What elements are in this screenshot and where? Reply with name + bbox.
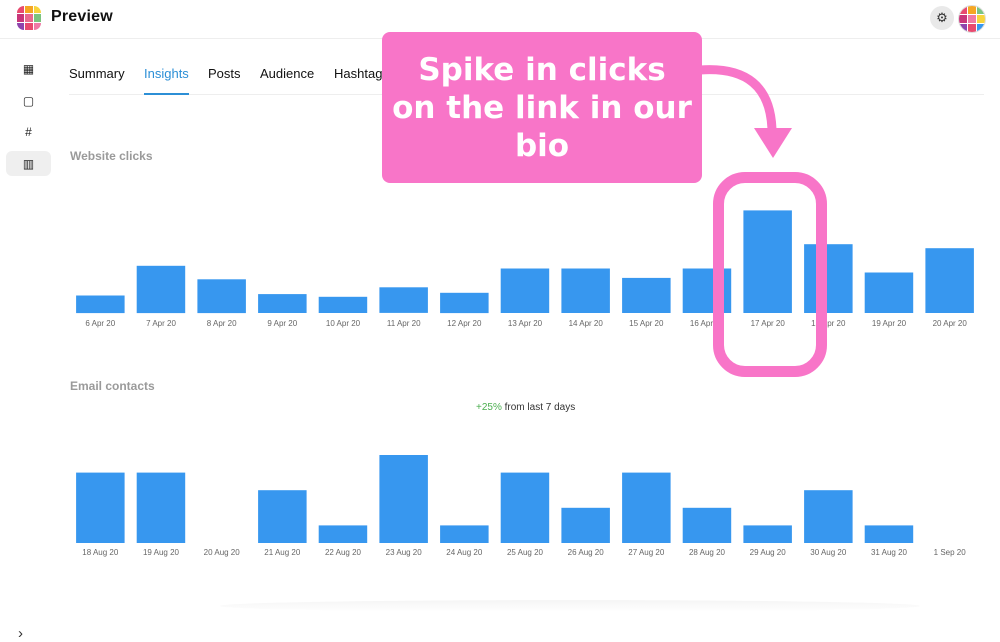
x-tick-label: 7 Apr 20 <box>146 319 176 328</box>
app-logo-icon <box>17 6 41 30</box>
email-contacts-change: +25% from last 7 days <box>476 402 575 413</box>
x-tick-label: 27 Aug 20 <box>628 548 665 557</box>
website-clicks-title: Website clicks <box>70 149 153 163</box>
x-tick-label: 20 Aug 20 <box>204 548 241 557</box>
bar[interactable] <box>258 490 307 543</box>
x-tick-label: 24 Aug 20 <box>446 548 483 557</box>
app-title: Preview <box>51 8 113 25</box>
email-contacts-chart: 18 Aug 20 19 Aug 20 20 Aug 20 21 Aug 20 22 A… <box>70 440 980 565</box>
bar[interactable] <box>76 472 125 543</box>
bar[interactable] <box>561 507 610 543</box>
bar[interactable] <box>318 296 368 313</box>
tab-hashtag[interactable]: Hashtag <box>334 66 382 93</box>
bar[interactable] <box>622 472 671 543</box>
bar[interactable] <box>500 268 550 314</box>
x-tick-label: 1 Sep 20 <box>934 548 967 557</box>
bar[interactable] <box>925 248 974 313</box>
x-tick-label: 22 Aug 20 <box>325 548 362 557</box>
bottom-shadow <box>220 600 920 612</box>
tab-insights[interactable]: Insights <box>144 66 189 95</box>
x-tick-label: 31 Aug 20 <box>871 548 908 557</box>
bar[interactable] <box>864 272 914 314</box>
x-tick-label: 11 Apr 20 <box>387 319 421 328</box>
bar[interactable] <box>804 490 853 543</box>
x-tick-label: 9 Apr 20 <box>267 319 297 328</box>
bar[interactable] <box>622 277 671 313</box>
website-clicks-chart: 6 Apr 20 7 Apr 20 8 Apr 20 9 Apr 20 10 Apr 2… <box>70 200 980 335</box>
email-contacts-svg: 18 Aug 20 19 Aug 20 20 Aug 20 21 Aug 20 22 A… <box>76 455 967 557</box>
bar[interactable] <box>318 525 368 543</box>
x-tick-label: 21 Aug 20 <box>264 548 301 557</box>
chevron-right-icon[interactable]: › <box>18 625 23 642</box>
arrow-icon <box>695 65 792 158</box>
bar[interactable] <box>197 279 246 314</box>
x-tick-label: 14 Apr 20 <box>569 319 604 328</box>
x-tick-label: 20 Apr 20 <box>933 319 968 328</box>
bar[interactable] <box>440 292 489 314</box>
bar[interactable] <box>440 525 489 543</box>
bar[interactable] <box>379 455 428 543</box>
callout-text: Spike in clicks on the link in our bio <box>392 51 692 164</box>
x-tick-label: 13 Apr 20 <box>508 319 543 328</box>
x-tick-label: 12 Apr 20 <box>447 319 482 328</box>
bar-chart-icon[interactable]: ▥ <box>6 151 51 176</box>
bar[interactable] <box>76 295 125 314</box>
x-tick-label: 8 Apr 20 <box>207 319 237 328</box>
bar[interactable] <box>136 265 186 314</box>
bar[interactable] <box>136 472 186 543</box>
gear-icon[interactable]: ⚙ <box>930 6 954 30</box>
tab-posts[interactable]: Posts <box>208 66 241 93</box>
x-tick-label: 30 Aug 20 <box>810 548 847 557</box>
bar[interactable] <box>682 507 732 543</box>
callout-box: Spike in clicks on the link in our bio <box>382 32 702 183</box>
sidebar: ▦ ▢ # ▥ › <box>0 39 56 642</box>
x-tick-label: 19 Aug 20 <box>143 548 180 557</box>
bar[interactable] <box>743 525 792 543</box>
calendar-icon[interactable]: ▢ <box>6 88 51 113</box>
x-tick-label: 10 Apr 20 <box>326 319 361 328</box>
x-tick-label: 23 Aug 20 <box>386 548 423 557</box>
bar[interactable] <box>864 525 914 543</box>
x-tick-label: 15 Apr 20 <box>629 319 664 328</box>
bar[interactable] <box>500 472 550 543</box>
grid-icon[interactable]: ▦ <box>6 56 51 81</box>
x-tick-label: 29 Aug 20 <box>750 548 787 557</box>
x-tick-label: 18 Aug 20 <box>82 548 119 557</box>
avatar-icon[interactable] <box>958 5 986 33</box>
hashtag-icon[interactable]: # <box>6 119 51 144</box>
highlight-ring <box>713 172 827 377</box>
bar[interactable] <box>379 287 428 313</box>
change-suffix: from last 7 days <box>504 402 576 413</box>
x-tick-label: 6 Apr 20 <box>85 319 115 328</box>
bar[interactable] <box>258 294 307 313</box>
tab-audience[interactable]: Audience <box>260 66 314 93</box>
change-percent: +25% <box>476 402 502 413</box>
email-contacts-title: Email contacts <box>70 379 155 393</box>
bar[interactable] <box>561 268 610 314</box>
x-tick-label: 25 Aug 20 <box>507 548 544 557</box>
website-clicks-svg: 6 Apr 20 7 Apr 20 8 Apr 20 9 Apr 20 10 Apr 2… <box>76 210 974 328</box>
x-tick-label: 19 Apr 20 <box>872 319 907 328</box>
tab-summary[interactable]: Summary <box>69 66 125 93</box>
x-tick-label: 26 Aug 20 <box>568 548 605 557</box>
x-tick-label: 28 Aug 20 <box>689 548 726 557</box>
